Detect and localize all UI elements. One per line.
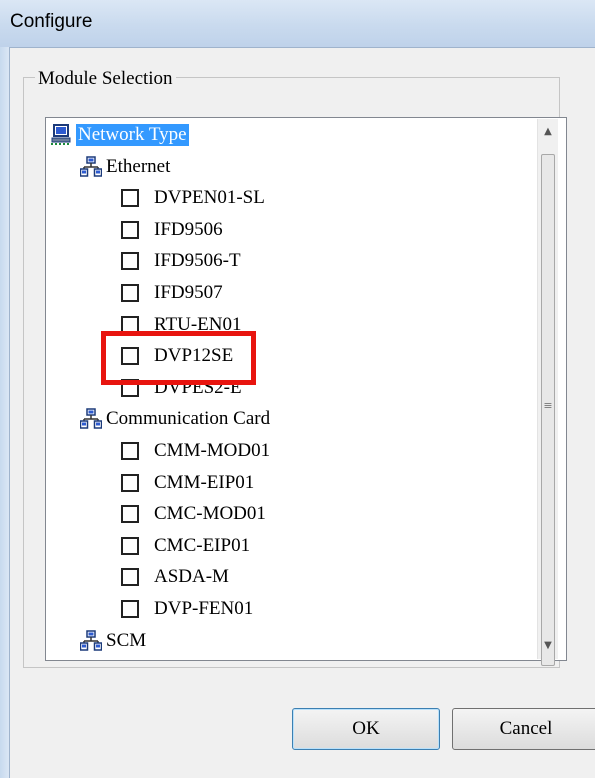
tree-item-label: CMM-MOD01 <box>154 440 271 461</box>
checkbox[interactable] <box>121 379 139 397</box>
scroll-grip-icon: ≡ <box>543 399 553 412</box>
tree-item-label: DVP-FEN01 <box>154 598 254 619</box>
checkbox[interactable] <box>121 252 139 270</box>
tree-item-ifd9506[interactable]: IFD9506 <box>121 215 223 245</box>
checkbox[interactable] <box>121 442 139 460</box>
tree-item-rtu-en01[interactable]: RTU-EN01 <box>121 310 242 340</box>
scroll-thumb[interactable]: ≡ <box>541 154 555 666</box>
tree-item-label: DVPEN01-SL <box>154 187 265 208</box>
cancel-button[interactable]: Cancel <box>452 708 595 750</box>
network-node-icon <box>79 408 103 430</box>
tree-item-label: DVP12SE <box>154 345 234 366</box>
tree-root-network-type[interactable]: Network Type <box>50 120 189 150</box>
tree-item-ifd9507[interactable]: IFD9507 <box>121 278 223 308</box>
tree-item-cmc-mod01[interactable]: CMC-MOD01 <box>121 499 266 529</box>
ok-button[interactable]: OK <box>292 708 440 750</box>
tree-item-dvpen01-sl[interactable]: DVPEN01-SL <box>121 183 265 213</box>
checkbox[interactable] <box>121 505 139 523</box>
tree-item-label: ASDA-M <box>154 566 229 587</box>
tree-item-label: IFD9507 <box>154 282 223 303</box>
tree-root-label: Network Type <box>76 124 189 146</box>
checkbox[interactable] <box>121 474 139 492</box>
tree-item-label: CMM-EIP01 <box>154 472 255 493</box>
tree-item-label: IFD9506-T <box>154 250 241 271</box>
tree-item-dvp12se[interactable]: DVP12SE <box>121 341 233 371</box>
tree-category-scm[interactable]: SCM <box>79 626 147 656</box>
vertical-scrollbar[interactable]: ▲ ≡ ▼ <box>537 119 558 666</box>
tree-category-label: SCM <box>106 630 147 651</box>
tree-item-label: DVPES2-E <box>154 377 242 398</box>
tree-item-label: IFD9506 <box>154 219 223 240</box>
checkbox[interactable] <box>121 189 139 207</box>
tree-category-communication-card[interactable]: Communication Card <box>79 404 271 434</box>
network-computer-icon <box>50 124 72 146</box>
tree-item-label: RTU-EN01 <box>154 314 242 335</box>
tree-item-cmm-mod01[interactable]: CMM-MOD01 <box>121 436 270 466</box>
checkbox[interactable] <box>121 284 139 302</box>
window-frame-left <box>0 47 10 778</box>
checkbox[interactable] <box>121 568 139 586</box>
network-node-icon <box>79 630 103 652</box>
tree-item-cmc-eip01[interactable]: CMC-EIP01 <box>121 531 250 561</box>
tree-item-asda-m[interactable]: ASDA-M <box>121 562 229 592</box>
tree-category-ethernet[interactable]: Ethernet <box>79 152 171 182</box>
module-selection-legend: Module Selection <box>35 68 176 90</box>
window-title: Configure <box>10 11 93 32</box>
tree-item-ifd9506-t[interactable]: IFD9506-T <box>121 246 241 276</box>
module-tree[interactable]: Network Type Ethernet DVPEN01-SL IFD9506 IFD… <box>45 117 567 661</box>
checkbox[interactable] <box>121 347 139 365</box>
title-bar[interactable]: Configure <box>0 0 595 48</box>
tree-category-label: Communication Card <box>106 408 271 429</box>
tree-item-label: CMC-EIP01 <box>154 535 251 556</box>
scroll-down-arrow-icon[interactable]: ▼ <box>538 635 558 655</box>
network-node-icon <box>79 156 103 178</box>
tree-category-label: Ethernet <box>106 156 171 177</box>
configure-dialog: Configure Module Selection Network Type E… <box>0 0 595 778</box>
checkbox[interactable] <box>121 537 139 555</box>
checkbox[interactable] <box>121 600 139 618</box>
tree-item-dvp-fen01[interactable]: DVP-FEN01 <box>121 594 253 624</box>
checkbox[interactable] <box>121 316 139 334</box>
scroll-up-arrow-icon[interactable]: ▲ <box>538 121 558 141</box>
tree-item-cmm-eip01[interactable]: CMM-EIP01 <box>121 468 254 498</box>
tree-item-dvpes2-e[interactable]: DVPES2-E <box>121 373 242 403</box>
tree-item-label: CMC-MOD01 <box>154 503 266 524</box>
checkbox[interactable] <box>121 221 139 239</box>
